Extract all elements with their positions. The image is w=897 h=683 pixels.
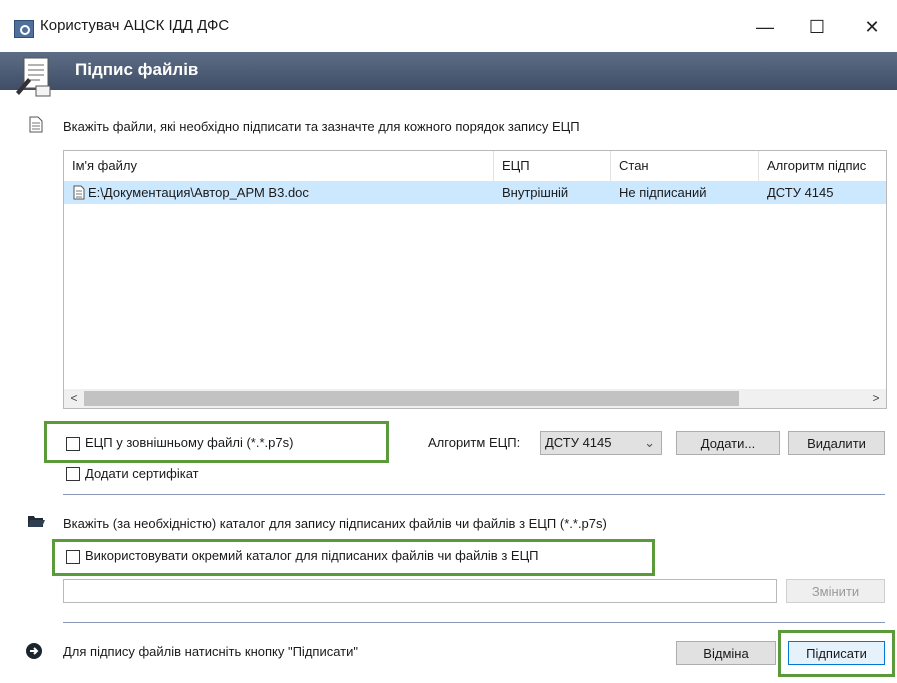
folder-path-input[interactable] bbox=[63, 579, 777, 603]
cell-status: Не підписаний bbox=[619, 185, 707, 200]
scrollbar-thumb[interactable] bbox=[84, 391, 739, 406]
table-row[interactable]: E:\Документация\Автор_АРМ В3.doc Внутріш… bbox=[64, 181, 886, 204]
external-signature-checkbox[interactable] bbox=[66, 437, 80, 451]
column-header-status[interactable]: Стан bbox=[611, 151, 759, 181]
window-title: Користувач АЦСК ІДД ДФС bbox=[40, 17, 230, 34]
cancel-button[interactable]: Відміна bbox=[676, 641, 776, 665]
add-certificate-label: Додати сертифікат bbox=[85, 466, 199, 481]
delete-button[interactable]: Видалити bbox=[788, 431, 885, 455]
algorithm-select[interactable]: ДСТУ 4145 ⌄ bbox=[540, 431, 662, 455]
close-button[interactable]: ✕ bbox=[852, 14, 892, 40]
minimize-button[interactable]: — bbox=[745, 14, 785, 40]
footer-hint: Для підпису файлів натисніть кнопку "Під… bbox=[63, 644, 358, 659]
files-instruction: Вкажіть файли, які необхідно підписати т… bbox=[63, 119, 580, 134]
arrow-right-icon bbox=[26, 643, 42, 659]
document-icon bbox=[29, 116, 43, 133]
column-header-algorithm[interactable]: Алгоритм підпис bbox=[759, 151, 886, 181]
scroll-left-button[interactable]: < bbox=[64, 389, 84, 408]
files-table[interactable]: Ім'я файлу ЕЦП Стан Алгоритм підпис E:\Д… bbox=[63, 150, 887, 409]
sign-document-icon bbox=[16, 57, 51, 97]
cell-algorithm: ДСТУ 4145 bbox=[767, 185, 834, 200]
scroll-right-button[interactable]: > bbox=[866, 389, 886, 408]
add-button[interactable]: Додати... bbox=[676, 431, 780, 455]
cell-filename: E:\Документация\Автор_АРМ В3.doc bbox=[88, 185, 309, 200]
maximize-button[interactable]: ☐ bbox=[797, 14, 837, 40]
app-icon bbox=[14, 20, 34, 38]
folder-instruction: Вкажіть (за необхідністю) каталог для за… bbox=[63, 516, 607, 531]
external-signature-label: ЕЦП у зовнішньому файлі (*.*.p7s) bbox=[85, 435, 294, 450]
horizontal-scrollbar[interactable]: < > bbox=[64, 389, 886, 408]
add-certificate-checkbox[interactable] bbox=[66, 467, 80, 481]
divider bbox=[63, 622, 885, 623]
cell-sign: Внутрішній bbox=[502, 185, 569, 200]
separate-folder-label: Використовувати окремий каталог для підп… bbox=[85, 548, 539, 563]
divider bbox=[63, 494, 885, 495]
page-title: Підпис файлів bbox=[75, 60, 199, 79]
folder-icon bbox=[28, 516, 45, 527]
separate-folder-checkbox[interactable] bbox=[66, 550, 80, 564]
chevron-down-icon: ⌄ bbox=[644, 435, 655, 450]
column-header-filename[interactable]: Ім'я файлу bbox=[64, 151, 494, 181]
algorithm-label: Алгоритм ЕЦП: bbox=[428, 435, 521, 450]
change-button[interactable]: Змінити bbox=[786, 579, 885, 603]
sign-button[interactable]: Підписати bbox=[788, 641, 885, 665]
column-header-sign[interactable]: ЕЦП bbox=[494, 151, 611, 181]
algorithm-select-value: ДСТУ 4145 bbox=[545, 435, 612, 450]
